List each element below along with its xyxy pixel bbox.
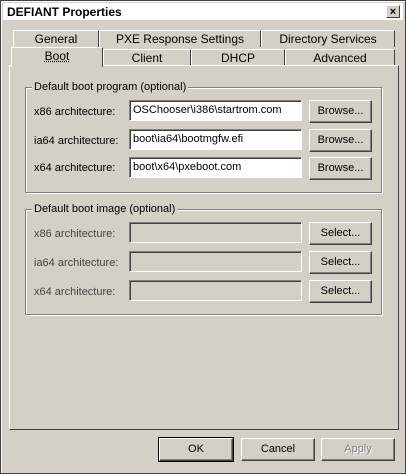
apply-button[interactable]: Apply <box>321 438 395 461</box>
x86-boot-program-label: x86 architecture: <box>34 106 116 118</box>
x64-boot-program-label: x64 architecture: <box>34 162 116 174</box>
tab-boot[interactable]: Boot <box>11 47 103 67</box>
ia64-boot-program-field[interactable]: boot\ia64\bootmgfw.efi <box>129 129 302 150</box>
x64-select-button[interactable]: Select... <box>309 280 372 303</box>
x86-boot-program-field[interactable]: OSChooser\i386\startrom.com <box>129 100 302 121</box>
ia64-boot-image-field <box>129 251 302 272</box>
x64-boot-image-label: x64 architecture: <box>34 286 116 298</box>
ia64-boot-program-label: ia64 architecture: <box>34 135 119 147</box>
ia64-browse-button[interactable]: Browse... <box>309 129 372 152</box>
tab-dhcp[interactable]: DHCP <box>191 49 285 66</box>
tab-general[interactable]: General <box>13 30 99 47</box>
tab-advanced[interactable]: Advanced <box>285 49 395 66</box>
x86-browse-button[interactable]: Browse... <box>309 100 372 123</box>
close-icon[interactable]: × <box>386 5 400 18</box>
cancel-button[interactable]: Cancel <box>241 438 315 461</box>
boot-tab-panel: Default boot program (optional) x86 arch… <box>9 65 399 430</box>
ia64-select-button[interactable]: Select... <box>309 251 372 274</box>
x86-select-button[interactable]: Select... <box>309 222 372 245</box>
tab-client[interactable]: Client <box>103 49 191 66</box>
tab-pxe-response-settings[interactable]: PXE Response Settings <box>99 30 261 47</box>
default-boot-image-group: Default boot image (optional) x86 archit… <box>25 203 382 315</box>
ok-button[interactable]: OK <box>158 437 234 462</box>
x64-browse-button[interactable]: Browse... <box>309 157 372 180</box>
group-title-boot-program: Default boot program (optional) <box>32 81 189 93</box>
properties-dialog: DEFIANT Properties × General PXE Respons… <box>0 0 406 474</box>
ia64-boot-image-label: ia64 architecture: <box>34 257 119 269</box>
default-boot-program-group: Default boot program (optional) x86 arch… <box>25 81 382 193</box>
x86-boot-image-label: x86 architecture: <box>34 228 116 240</box>
tab-directory-services[interactable]: Directory Services <box>261 30 395 47</box>
title-bar[interactable]: DEFIANT Properties × <box>3 3 403 20</box>
x64-boot-program-field[interactable]: boot\x64\pxeboot.com <box>129 157 302 178</box>
x64-boot-image-field <box>129 280 302 301</box>
group-title-boot-image: Default boot image (optional) <box>32 203 178 215</box>
window-title: DEFIANT Properties <box>7 5 122 19</box>
x86-boot-image-field <box>129 222 302 243</box>
